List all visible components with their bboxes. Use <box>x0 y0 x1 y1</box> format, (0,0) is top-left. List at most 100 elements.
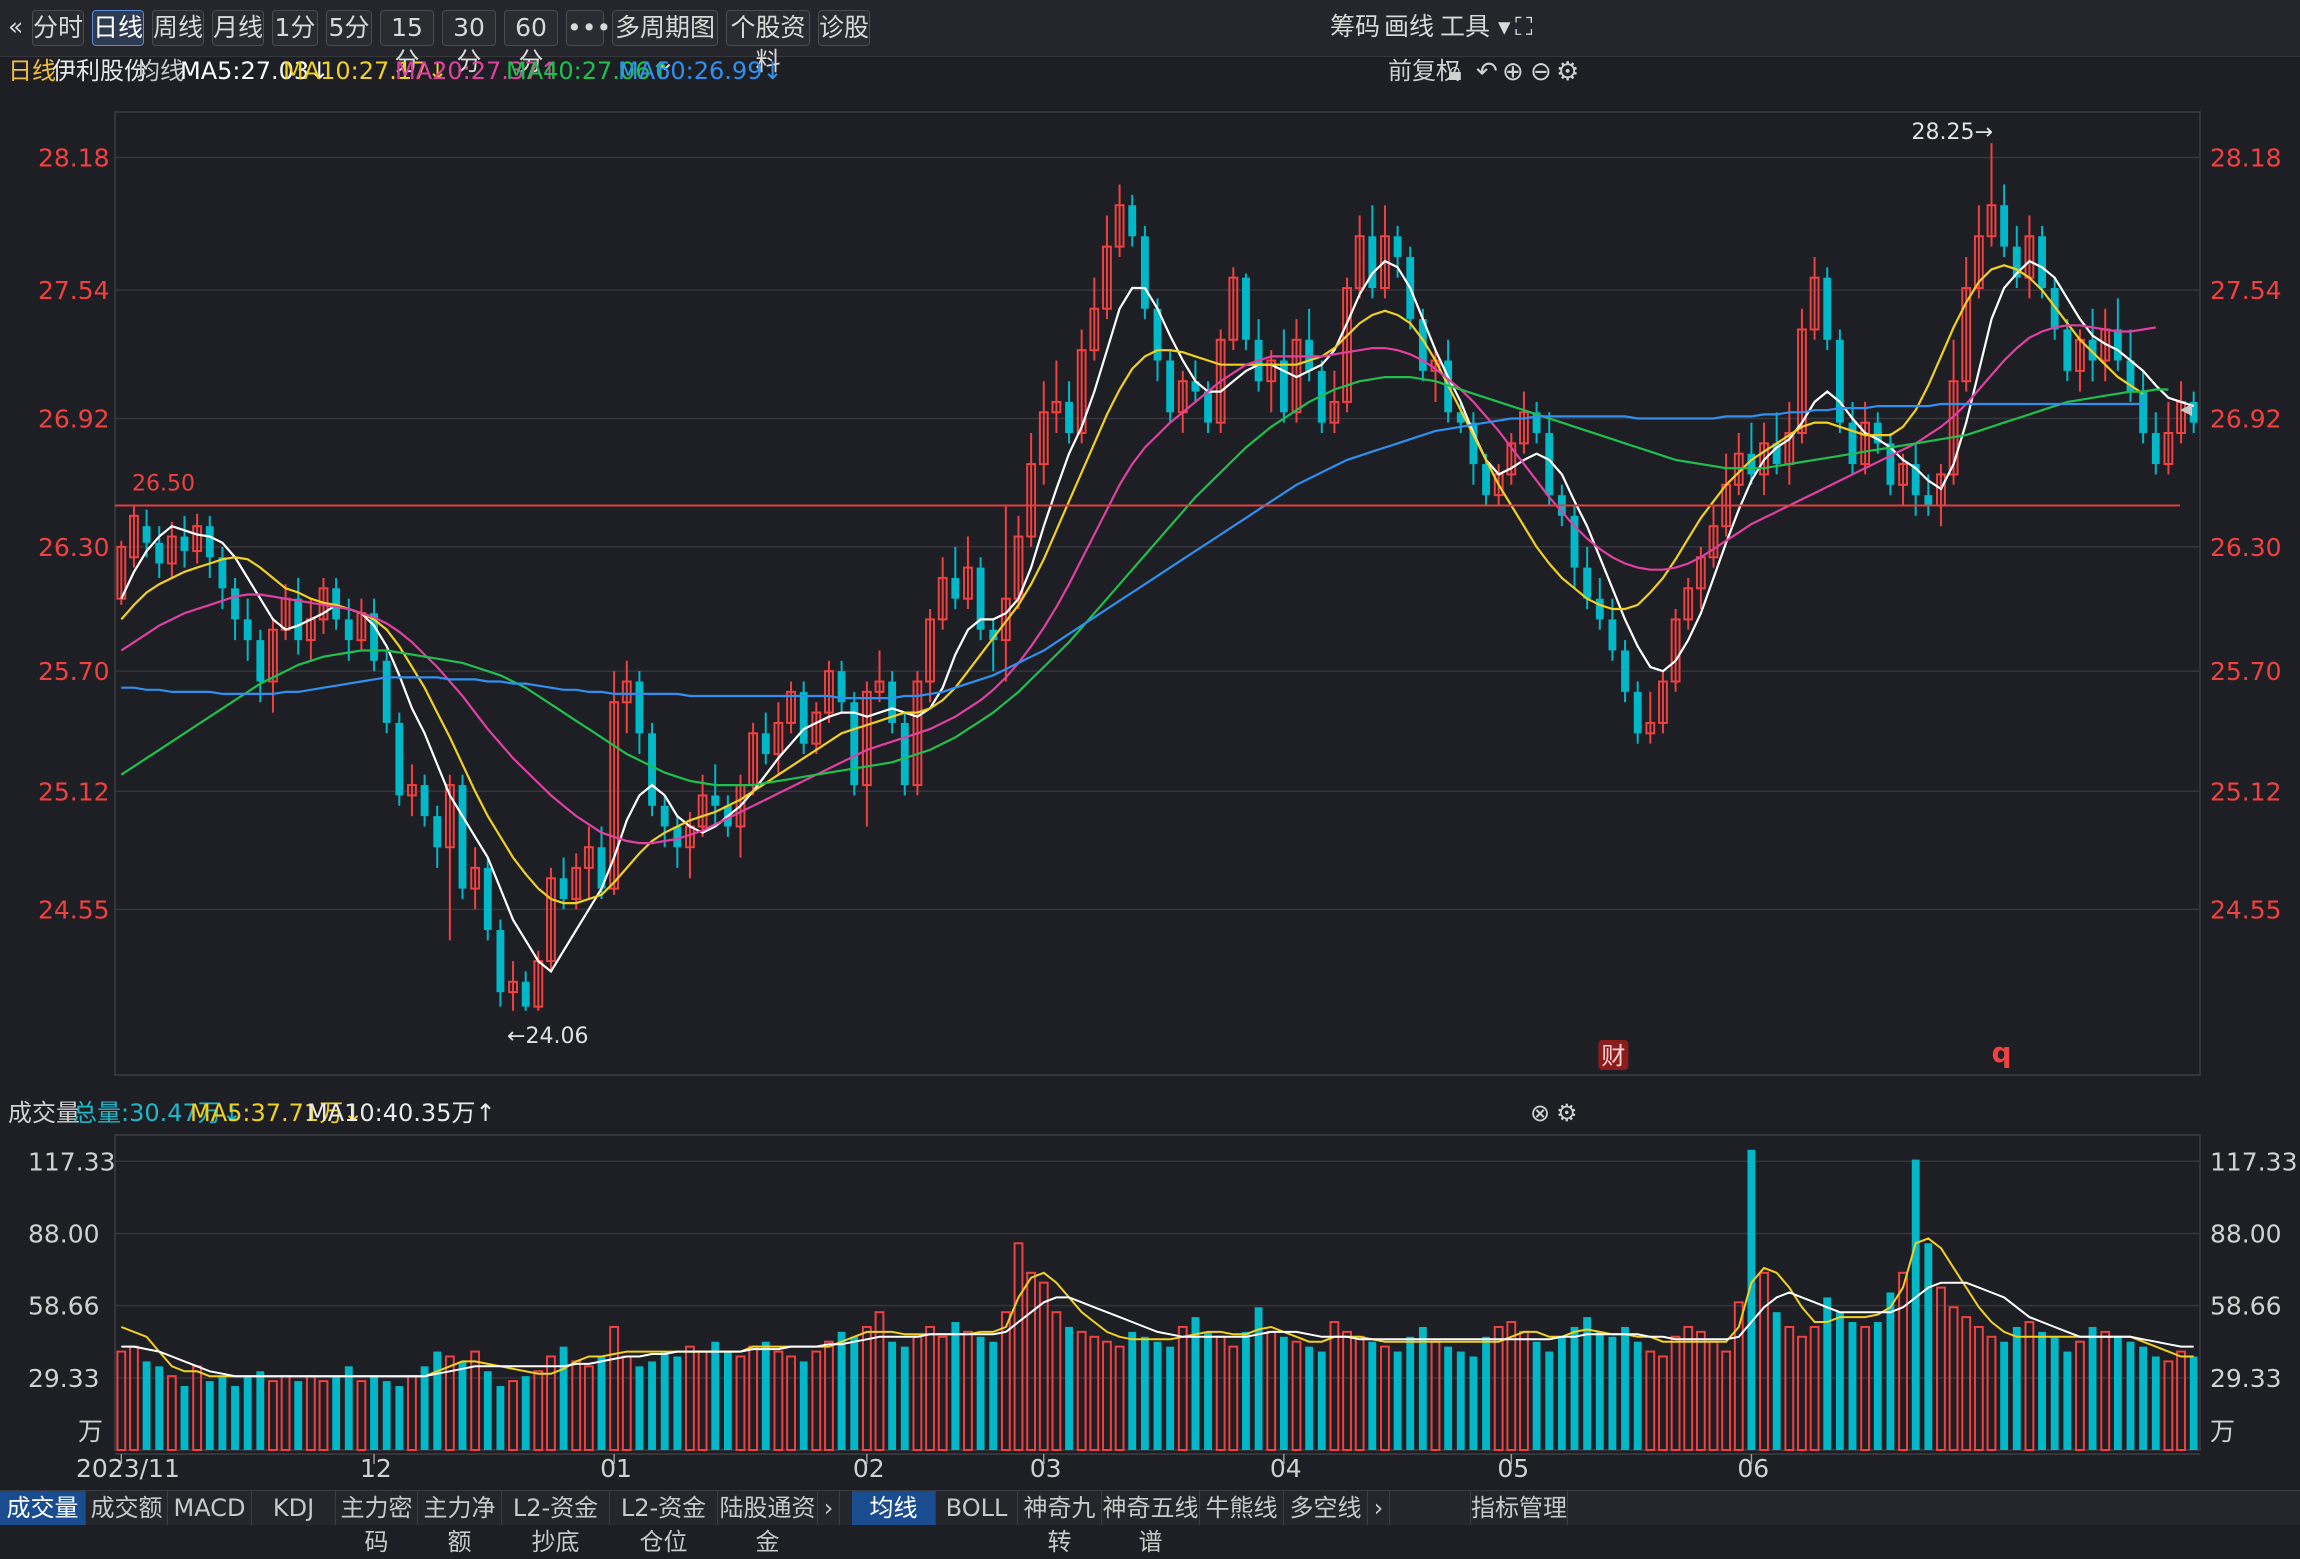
tab-macd[interactable]: MACD <box>168 1491 252 1525</box>
volume-bar-down <box>635 1366 644 1450</box>
candle-body-down <box>1583 567 1592 599</box>
volume-bar-up <box>912 1335 923 1451</box>
volume-bar-up <box>1076 1330 1087 1451</box>
volume-bar-up <box>1683 1325 1694 1451</box>
volume-bar-up <box>166 1375 177 1451</box>
candle-body-down <box>951 577 960 599</box>
volume-bar-down <box>989 1341 998 1450</box>
volume-bar-down <box>2000 1341 2009 1450</box>
volume-bar-down <box>155 1366 164 1450</box>
volume-bar-down <box>799 1361 808 1450</box>
volume-bar-up <box>1380 1345 1390 1451</box>
volume-close-icon[interactable]: ⊗ <box>1530 1095 1550 1131</box>
candle-body-down <box>433 816 442 848</box>
volume-bar-up <box>786 1355 796 1451</box>
tab-l2-position[interactable]: L2-资金仓位 <box>610 1491 718 1556</box>
volume-bar-up <box>1051 1311 1062 1451</box>
volume-bar-up <box>305 1375 316 1451</box>
volume-bar-up <box>685 1345 695 1451</box>
volume-bar-down <box>521 1376 530 1450</box>
candle-body-down <box>294 598 303 641</box>
volume-bar-down <box>243 1376 252 1450</box>
volume-bar-down <box>1633 1341 1642 1450</box>
candle-body-down <box>142 526 151 543</box>
tab-volume[interactable]: 成交量 <box>0 1491 86 1525</box>
volume-bar-down <box>483 1371 492 1450</box>
volume-bar-down <box>1279 1336 1288 1450</box>
volume-bar-down <box>433 1351 442 1450</box>
tab-kdj[interactable]: KDJ <box>252 1491 336 1525</box>
volume-settings-icon[interactable]: ⚙ <box>1556 1095 1578 1131</box>
candle-body-down <box>799 691 808 744</box>
volume-bar-up <box>1089 1335 1100 1451</box>
candle-body-down <box>1368 236 1377 289</box>
tab-ma[interactable]: 均线 <box>852 1491 936 1525</box>
candle-body-down <box>761 733 770 754</box>
candle-body-down <box>1633 691 1642 734</box>
volume-bar-down <box>332 1376 341 1450</box>
candle-body-down <box>155 542 164 564</box>
tabs-scroll-right-icon-2[interactable]: › <box>1368 1491 1390 1525</box>
candle-body-down <box>395 722 404 796</box>
x-tick-label: 03 <box>1030 1454 1062 1483</box>
volume-bar-down <box>294 1381 303 1450</box>
tab-main-force-code[interactable]: 主力密码 <box>336 1491 418 1556</box>
tab-boll[interactable]: BOLL <box>936 1491 1018 1525</box>
tab-northbound[interactable]: 陆股通资金 <box>718 1491 818 1556</box>
volume-bar-up <box>1013 1242 1024 1451</box>
volume-bar-down <box>205 1381 214 1450</box>
volume-bar-down <box>1368 1341 1377 1450</box>
tab-main-force-net[interactable]: 主力净额 <box>418 1491 502 1556</box>
tab-magic-five[interactable]: 神奇五线谱 <box>1102 1491 1200 1556</box>
candle-body-down <box>1279 360 1288 413</box>
volume-bar-down <box>1242 1331 1250 1450</box>
tab-long-short[interactable]: 多空线 <box>1284 1491 1368 1525</box>
volume-bar-down <box>180 1386 189 1450</box>
volume-label[interactable]: 成交量 <box>8 1095 80 1131</box>
volume-bar-up <box>1354 1335 1365 1451</box>
candle-body-down <box>2038 236 2046 289</box>
tab-l2-bottom[interactable]: L2-资金抄底 <box>502 1491 610 1556</box>
volume-bar-up <box>1291 1340 1302 1451</box>
volume-bar-up <box>318 1380 329 1451</box>
candle-body-down <box>458 785 467 889</box>
volume-bar-down <box>1406 1336 1415 1450</box>
candle-body-down <box>1242 277 1250 340</box>
candle-body-down <box>2139 391 2148 433</box>
candle-body-down <box>1835 339 1844 423</box>
kline-chart[interactable]: 28.18 27.54 26.92 26.30 25.70 25.12 24.55 28.1… <box>0 0 2300 1524</box>
candle-body-down <box>850 702 859 786</box>
volume-bar-up <box>824 1340 834 1451</box>
price-tick-left: 25.12 <box>38 777 110 806</box>
high-price-label: 28.25→ <box>1912 120 1993 145</box>
volume-bar-up <box>1038 1281 1049 1451</box>
volume-bar-down <box>711 1341 720 1450</box>
volume-bar-up <box>1721 1350 1732 1451</box>
candle-body-down <box>483 867 492 931</box>
volume-bar-down <box>1469 1356 1478 1450</box>
volume-bar-down <box>1570 1326 1579 1450</box>
volume-ma10: MA10:40.35万↑ <box>307 1099 496 1127</box>
volume-bar-down <box>850 1336 859 1450</box>
candle-body-down <box>231 588 239 620</box>
volume-bar-down <box>1065 1326 1073 1450</box>
volume-bar-down <box>420 1366 429 1450</box>
tab-magic-nine[interactable]: 神奇九转 <box>1018 1491 1102 1556</box>
volume-bar-down <box>2151 1356 2160 1450</box>
volume-bar-down <box>2139 1346 2148 1450</box>
tabs-scroll-right-icon[interactable]: › <box>818 1491 840 1525</box>
tab-bull-bear[interactable]: 牛熊线 <box>1200 1491 1284 1525</box>
candle-body-down <box>420 785 429 817</box>
volume-bar-up <box>583 1365 594 1451</box>
volume-bar-up <box>571 1360 582 1451</box>
volume-bar-down <box>559 1346 568 1450</box>
indicator-manager-button[interactable]: 指标管理 <box>1470 1491 1568 1525</box>
candle-body-down <box>1608 619 1617 651</box>
volume-bar-up <box>1506 1321 1517 1451</box>
volume-bar-up <box>748 1345 759 1451</box>
volume-bar-up <box>129 1345 139 1451</box>
candle-body-down <box>205 526 214 558</box>
volume-bar-down <box>382 1381 391 1450</box>
price-tick-left: 24.55 <box>38 895 110 924</box>
tab-turnover[interactable]: 成交额 <box>86 1491 168 1525</box>
